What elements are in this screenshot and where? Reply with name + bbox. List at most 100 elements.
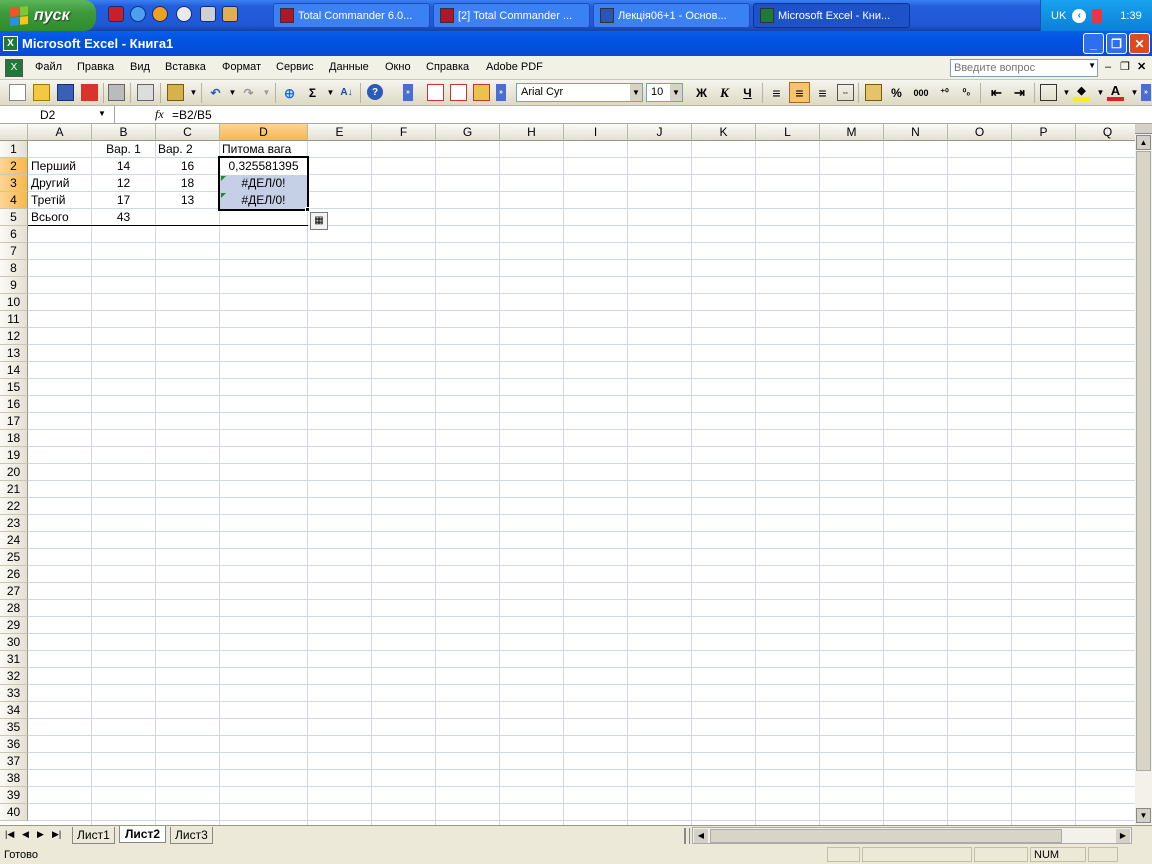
row-header-36[interactable]: 36 bbox=[0, 736, 28, 753]
h-scroll-thumb[interactable] bbox=[710, 829, 1062, 843]
open-icon[interactable] bbox=[33, 84, 50, 101]
column-header-J[interactable]: J bbox=[628, 124, 692, 141]
chevron-down-icon[interactable]: ▼ bbox=[1088, 61, 1096, 70]
cell-C1[interactable]: Вар. 2 bbox=[156, 141, 219, 158]
column-header-M[interactable]: M bbox=[820, 124, 884, 141]
borders-icon[interactable] bbox=[1040, 84, 1057, 101]
sheet-tab-2[interactable]: Лист2 bbox=[119, 826, 167, 843]
restore-button[interactable]: ❐ bbox=[1106, 33, 1127, 54]
quicklaunch-totalcmd-icon[interactable] bbox=[108, 6, 124, 22]
vertical-scrollbar[interactable]: ▲ ▼ bbox=[1135, 124, 1152, 825]
column-header-B[interactable]: B bbox=[92, 124, 156, 141]
row-header-24[interactable]: 24 bbox=[0, 532, 28, 549]
doc-close-button[interactable]: ✕ bbox=[1137, 60, 1146, 73]
menu-adobe-pdf[interactable]: Adobe PDF bbox=[486, 61, 543, 73]
help-icon[interactable]: ? bbox=[367, 84, 383, 100]
font-color-icon[interactable]: A bbox=[1107, 83, 1124, 101]
row-header-28[interactable]: 28 bbox=[0, 600, 28, 617]
sheet-tab-1[interactable]: Лист1 bbox=[72, 827, 115, 844]
worksheet-grid[interactable]: ABCDEFGHIJKLMNOPQ 1 2 3 4 5 6 7 8 9 10 11 12 13 14 15 1… bbox=[0, 124, 1135, 825]
paste-icon[interactable] bbox=[167, 84, 184, 101]
split-box[interactable] bbox=[1135, 124, 1152, 134]
chevron-down-icon[interactable]: ▼ bbox=[322, 84, 339, 101]
row-header-38[interactable]: 38 bbox=[0, 770, 28, 787]
row-header-13[interactable]: 13 bbox=[0, 345, 28, 362]
row-header-34[interactable]: 34 bbox=[0, 702, 28, 719]
bold-button[interactable]: Ж bbox=[693, 84, 710, 101]
column-header-N[interactable]: N bbox=[884, 124, 948, 141]
help-question-input[interactable] bbox=[951, 60, 1081, 76]
row-header-9[interactable]: 9 bbox=[0, 277, 28, 294]
scroll-thumb[interactable] bbox=[1136, 151, 1151, 771]
quicklaunch-doc-icon[interactable] bbox=[200, 6, 216, 22]
row-header-5[interactable]: 5 bbox=[0, 209, 28, 226]
row-header-25[interactable]: 25 bbox=[0, 549, 28, 566]
column-header-C[interactable]: C bbox=[156, 124, 220, 141]
row-header-32[interactable]: 32 bbox=[0, 668, 28, 685]
formula-input[interactable]: =B2/B5 bbox=[172, 108, 212, 122]
menu-window[interactable]: Окно bbox=[385, 61, 411, 73]
cell-D4[interactable]: #ДЕЛ/0! bbox=[220, 192, 307, 209]
font-size-combo[interactable]: 10 ▼ bbox=[646, 83, 683, 102]
name-box[interactable]: D2 ▼ bbox=[0, 106, 115, 123]
tray-app-icon[interactable] bbox=[1092, 8, 1103, 23]
row-header-33[interactable]: 33 bbox=[0, 685, 28, 702]
last-sheet-icon[interactable]: ▶| bbox=[52, 829, 61, 840]
menu-view[interactable]: Вид bbox=[130, 61, 150, 73]
menu-format[interactable]: Формат bbox=[222, 61, 261, 73]
align-right-icon[interactable]: ≡ bbox=[814, 84, 831, 101]
cell-D3[interactable]: #ДЕЛ/0! bbox=[220, 175, 307, 192]
cell-A4[interactable]: Третій bbox=[29, 192, 91, 209]
menu-tools[interactable]: Сервис bbox=[276, 61, 314, 73]
horizontal-scrollbar[interactable]: ◀ ▶ bbox=[692, 827, 1132, 844]
select-all-corner[interactable] bbox=[0, 124, 28, 141]
pdf-icon[interactable] bbox=[81, 84, 98, 101]
cell-B1[interactable]: Вар. 1 bbox=[92, 141, 155, 158]
chevron-down-icon[interactable]: ▼ bbox=[630, 84, 642, 101]
doc-restore-button[interactable]: ❐ bbox=[1120, 60, 1130, 73]
convert-pdf-icon[interactable] bbox=[427, 84, 444, 101]
cell-D2[interactable]: 0,325581395 bbox=[220, 158, 307, 175]
cell-B3[interactable]: 12 bbox=[92, 175, 155, 192]
column-header-I[interactable]: I bbox=[564, 124, 628, 141]
row-header-8[interactable]: 8 bbox=[0, 260, 28, 277]
merge-center-icon[interactable]: ⇔ bbox=[837, 84, 854, 101]
chevron-down-icon[interactable]: ▼ bbox=[185, 84, 202, 101]
row-header-6[interactable]: 6 bbox=[0, 226, 28, 243]
review-pdf-icon[interactable] bbox=[473, 84, 490, 101]
row-header-18[interactable]: 18 bbox=[0, 430, 28, 447]
row-header-3[interactable]: 3 bbox=[0, 175, 28, 192]
cell-A3[interactable]: Другий bbox=[29, 175, 91, 192]
doc-minimize-button[interactable]: – bbox=[1105, 61, 1111, 73]
row-header-30[interactable]: 30 bbox=[0, 634, 28, 651]
underline-button[interactable]: Ч bbox=[739, 84, 756, 101]
scroll-right-icon[interactable]: ▶ bbox=[1116, 829, 1130, 843]
sheet-tab-3[interactable]: Лист3 bbox=[170, 827, 213, 844]
row-header-20[interactable]: 20 bbox=[0, 464, 28, 481]
row-header-29[interactable]: 29 bbox=[0, 617, 28, 634]
quicklaunch-app-icon[interactable] bbox=[222, 6, 238, 22]
chevron-down-icon[interactable]: ▼ bbox=[670, 84, 682, 101]
row-header-39[interactable]: 39 bbox=[0, 787, 28, 804]
row-header-37[interactable]: 37 bbox=[0, 753, 28, 770]
toolbar-options-icon[interactable]: » bbox=[1141, 84, 1151, 101]
cell-B2[interactable]: 14 bbox=[92, 158, 155, 175]
row-header-27[interactable]: 27 bbox=[0, 583, 28, 600]
row-header-40[interactable]: 40 bbox=[0, 804, 28, 821]
align-left-icon[interactable]: ≡ bbox=[768, 84, 785, 101]
fill-color-icon[interactable]: ◆ bbox=[1073, 84, 1090, 101]
next-sheet-icon[interactable]: ▶ bbox=[37, 829, 44, 840]
cell-C4[interactable]: 13 bbox=[156, 192, 219, 209]
insert-function-icon[interactable]: fx bbox=[155, 107, 164, 122]
save-icon[interactable] bbox=[57, 84, 74, 101]
toolbar-options-icon[interactable]: » bbox=[403, 84, 413, 101]
quicklaunch-outlook-icon[interactable] bbox=[176, 6, 192, 22]
column-header-E[interactable]: E bbox=[308, 124, 372, 141]
task-word-document[interactable]: Лекція06+1 - Основ... bbox=[593, 3, 750, 28]
tab-split-handle[interactable] bbox=[684, 828, 690, 844]
hyperlink-icon[interactable]: 🜨 bbox=[281, 84, 298, 101]
row-header-2[interactable]: 2 bbox=[0, 158, 28, 175]
scroll-down-icon[interactable]: ▼ bbox=[1136, 808, 1151, 823]
column-header-L[interactable]: L bbox=[756, 124, 820, 141]
print-icon[interactable] bbox=[108, 84, 125, 101]
